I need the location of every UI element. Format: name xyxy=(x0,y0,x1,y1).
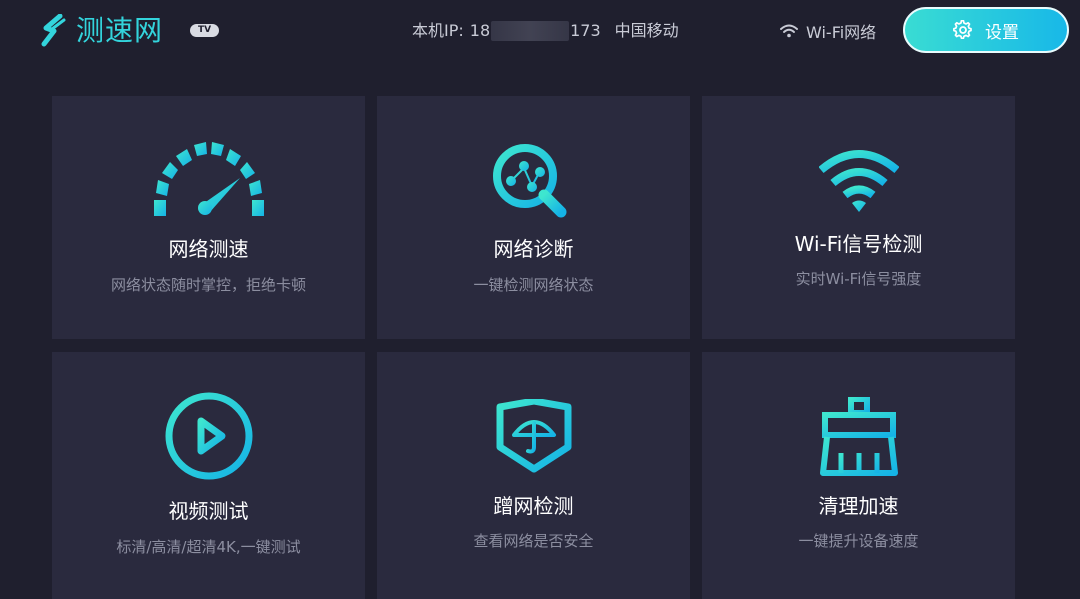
card-title: 网络测速 xyxy=(168,237,249,261)
card-network-diagnosis[interactable]: 网络诊断 一键检测网络状态 xyxy=(377,96,690,339)
ip-prefix: 18 xyxy=(469,21,491,40)
app-name: 测速网 xyxy=(76,14,164,47)
card-subtitle: 实时Wi-Fi信号强度 xyxy=(795,270,922,288)
app-logo: 测速网 xyxy=(38,12,163,50)
umbrella-shield-icon xyxy=(496,399,571,473)
wifi-icon xyxy=(780,24,798,38)
ip-redaction xyxy=(491,21,570,41)
play-icon xyxy=(165,392,252,480)
speedometer-icon xyxy=(153,142,264,216)
card-title: Wi-Fi信号检测 xyxy=(794,232,923,256)
card-wifi-signal[interactable]: Wi-Fi信号检测 实时Wi-Fi信号强度 xyxy=(702,96,1015,339)
card-speed-test[interactable]: 网络测速 网络状态随时掌控，拒绝卡顿 xyxy=(52,96,365,339)
card-subtitle: 网络状态随时掌控，拒绝卡顿 xyxy=(110,276,306,294)
card-subtitle: 标清/高清/超清4K,一键测试 xyxy=(116,538,301,556)
top-bar: 测速网 TV 本机IP: 18 173 中国移动 Wi-Fi网络 设置 xyxy=(0,0,1080,62)
card-leech-detection[interactable]: 蹭网检测 查看网络是否安全 xyxy=(377,352,690,599)
gear-icon xyxy=(953,20,972,40)
card-subtitle: 查看网络是否安全 xyxy=(473,532,594,550)
ip-info: 本机IP: 18 173 中国移动 xyxy=(412,20,679,42)
card-subtitle: 一键检测网络状态 xyxy=(473,276,594,294)
settings-label: 设置 xyxy=(985,22,1019,43)
ip-suffix: 173 xyxy=(570,21,601,40)
ip-label: 本机IP: xyxy=(412,21,464,40)
wifi-signal-icon xyxy=(818,150,899,212)
card-cleanup-boost[interactable]: 清理加速 一键提升设备速度 xyxy=(702,352,1015,599)
card-title: 网络诊断 xyxy=(493,237,574,261)
tv-badge: TV xyxy=(190,24,219,37)
wifi-status: Wi-Fi网络 xyxy=(780,20,876,42)
network-diagnose-icon xyxy=(492,144,566,218)
logo-mark-icon xyxy=(41,14,66,47)
broom-icon xyxy=(819,397,898,476)
card-subtitle: 一键提升设备速度 xyxy=(798,532,919,550)
settings-button[interactable]: 设置 xyxy=(903,7,1069,53)
card-title: 视频测试 xyxy=(168,499,249,523)
card-video-test[interactable]: 视频测试 标清/高清/超清4K,一键测试 xyxy=(52,352,365,599)
carrier-label: 中国移动 xyxy=(614,21,679,40)
card-title: 清理加速 xyxy=(818,494,899,518)
wifi-label: Wi-Fi网络 xyxy=(806,23,877,42)
card-title: 蹭网检测 xyxy=(493,494,574,518)
